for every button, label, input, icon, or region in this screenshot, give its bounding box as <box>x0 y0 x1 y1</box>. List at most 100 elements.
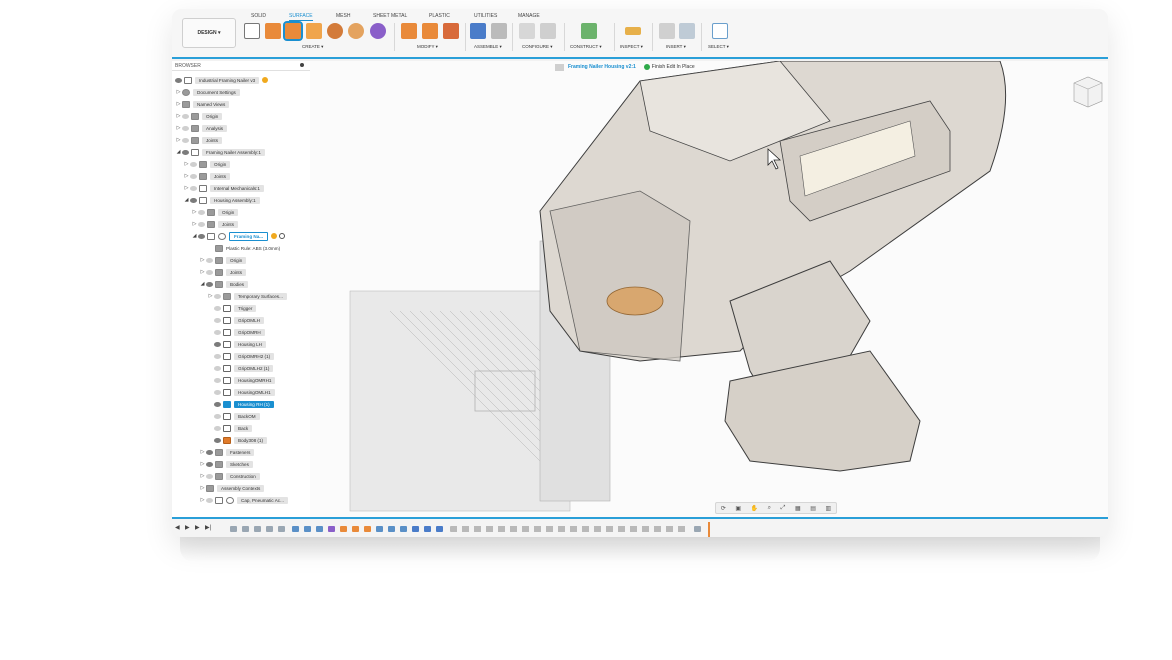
timeline-feature[interactable] <box>436 526 443 532</box>
tree-row[interactable]: ▷ Joints <box>191 219 239 229</box>
expand-caret-icon[interactable]: ▷ <box>175 113 182 119</box>
revolve-surface-icon[interactable] <box>348 23 364 39</box>
tree-row[interactable]: ▷ Origin <box>183 159 231 169</box>
play-icon[interactable]: ▶ <box>185 524 190 531</box>
joint-icon[interactable] <box>491 23 507 39</box>
tree-row[interactable]: ◢ Framing Nailer Assembly:1 <box>175 147 265 157</box>
collapse-caret-icon[interactable]: ◢ <box>191 233 198 239</box>
fit-icon[interactable]: ⤢ <box>781 505 786 512</box>
tree-row[interactable]: ▷ Internal Mechanicals:1 <box>183 183 264 193</box>
visibility-eye-icon[interactable] <box>175 77 182 83</box>
tree-row[interactable]: ▷ Named Views <box>175 99 230 109</box>
visibility-eye-icon[interactable] <box>198 221 205 227</box>
expand-caret-icon[interactable]: ▷ <box>199 269 206 275</box>
tree-row[interactable]: ▷ Joints <box>175 135 223 145</box>
tree-row-body[interactable]: HousingOMRH1 <box>214 375 276 385</box>
tree-row[interactable]: ▷ Joints <box>199 267 247 277</box>
tab-surface[interactable]: SURFACE <box>289 13 313 21</box>
expand-caret-icon[interactable]: ▷ <box>183 173 190 179</box>
visibility-eye-icon[interactable] <box>214 365 221 371</box>
go-to-start-icon[interactable]: ◀ <box>175 524 180 531</box>
group-inspect[interactable]: INSPECT ▾ <box>620 44 643 50</box>
visibility-eye-icon[interactable] <box>214 401 221 407</box>
tree-row[interactable]: ▷ Origin <box>199 255 247 265</box>
expand-caret-icon[interactable]: ▷ <box>199 449 206 455</box>
look-at-icon[interactable]: ▣ <box>735 505 741 512</box>
tree-row-body[interactable]: GripOMLH2 (1) <box>214 363 274 373</box>
timeline-feature[interactable] <box>340 526 347 532</box>
grid-settings-icon[interactable]: ▤ <box>810 505 816 512</box>
visibility-eye-icon[interactable] <box>214 329 221 335</box>
tab-mesh[interactable]: MESH <box>336 13 350 19</box>
measure-icon[interactable] <box>625 27 641 35</box>
workspace-switcher-button[interactable]: DESIGN ▾ <box>182 18 236 48</box>
visibility-eye-icon[interactable] <box>206 281 213 287</box>
timeline-feature[interactable] <box>364 526 371 532</box>
timeline-feature[interactable] <box>412 526 419 532</box>
visibility-eye-icon[interactable] <box>214 341 221 347</box>
insert-mesh-icon[interactable] <box>679 23 695 39</box>
expand-caret-icon[interactable]: ▷ <box>175 101 182 107</box>
tree-row-body[interactable]: GripOMRH <box>214 327 265 337</box>
tree-row[interactable]: ▷ Document Settings <box>175 87 240 97</box>
timeline-feature[interactable] <box>400 526 407 532</box>
visibility-eye-icon[interactable] <box>182 137 189 143</box>
tree-row-body[interactable]: BackOM <box>214 411 260 421</box>
insert-derive-icon[interactable] <box>659 23 675 39</box>
new-component-icon[interactable] <box>470 23 486 39</box>
expand-caret-icon[interactable]: ▷ <box>191 221 198 227</box>
loft-surface-icon[interactable] <box>306 23 322 39</box>
viewport-canvas[interactable]: Framing Nailer Housing v2:1 Finish Edit … <box>310 61 1108 517</box>
visibility-eye-icon[interactable] <box>214 317 221 323</box>
select-arrow-icon[interactable] <box>712 23 728 39</box>
viewports-icon[interactable]: ▥ <box>825 505 831 512</box>
tree-row[interactable]: ▷ Assembly Contexts <box>199 483 265 493</box>
group-construct[interactable]: CONSTRUCT ▾ <box>570 44 602 50</box>
view-cube[interactable] <box>1070 71 1104 111</box>
create-sketch-icon[interactable] <box>244 23 260 39</box>
tree-row-body[interactable]: Housing LH <box>214 339 267 349</box>
form-icon[interactable] <box>370 23 386 39</box>
tree-row[interactable]: ▷ Joints <box>183 171 231 181</box>
timeline-feature[interactable] <box>352 526 359 532</box>
expand-caret-icon[interactable]: ▷ <box>199 257 206 263</box>
timeline-feature[interactable] <box>376 526 383 532</box>
delete-face-icon[interactable] <box>422 23 438 39</box>
tree-row[interactable]: ▷ Origin <box>175 111 223 121</box>
collapse-caret-icon[interactable]: ◢ <box>199 281 206 287</box>
tab-manage[interactable]: MANAGE <box>518 13 540 19</box>
visibility-eye-icon[interactable] <box>190 185 197 191</box>
visibility-eye-icon[interactable] <box>214 305 221 311</box>
tree-row-body[interactable]: Back <box>214 423 253 433</box>
timeline-feature[interactable] <box>388 526 395 532</box>
timeline-feature[interactable] <box>424 526 431 532</box>
visibility-eye-icon[interactable] <box>206 269 213 275</box>
timeline-feature[interactable] <box>266 526 273 532</box>
step-forward-icon[interactable]: ▶ <box>195 524 200 531</box>
timeline-feature[interactable] <box>254 526 261 532</box>
tree-row[interactable]: ▷ Fasteners <box>199 447 255 457</box>
visibility-eye-icon[interactable] <box>190 173 197 179</box>
collapse-caret-icon[interactable]: ◢ <box>183 197 190 203</box>
timeline-feature[interactable] <box>292 526 299 532</box>
expand-caret-icon[interactable]: ▷ <box>191 209 198 215</box>
group-modify[interactable]: MODIFY ▾ <box>417 44 438 50</box>
expand-caret-icon[interactable]: ▷ <box>199 497 206 503</box>
nailer-model[interactable] <box>310 61 1108 517</box>
tree-row[interactable]: ▷ Cap, Pneumatic Ac... <box>199 495 288 505</box>
zoom-icon[interactable]: ⌕ <box>768 505 771 512</box>
tree-row-body[interactable]: GripOMLH <box>214 315 264 325</box>
tree-row[interactable]: ◢ Bodies <box>199 279 249 289</box>
timeline-feature[interactable] <box>242 526 249 532</box>
tree-row-body[interactable]: Body308 (1) <box>214 435 268 445</box>
tree-row[interactable]: ◢ Housing Assembly:1 <box>183 195 260 205</box>
sweep-surface-icon[interactable] <box>327 23 343 39</box>
timeline-feature[interactable] <box>304 526 311 532</box>
visibility-eye-icon[interactable] <box>206 473 213 479</box>
tree-row-body[interactable]: GripOMRH2 (1) <box>214 351 275 361</box>
visibility-eye-icon[interactable] <box>214 413 221 419</box>
expand-caret-icon[interactable]: ▷ <box>175 89 182 95</box>
visibility-eye-icon[interactable] <box>190 161 197 167</box>
visibility-eye-icon[interactable] <box>198 209 205 215</box>
timeline-feature[interactable] <box>328 526 335 532</box>
